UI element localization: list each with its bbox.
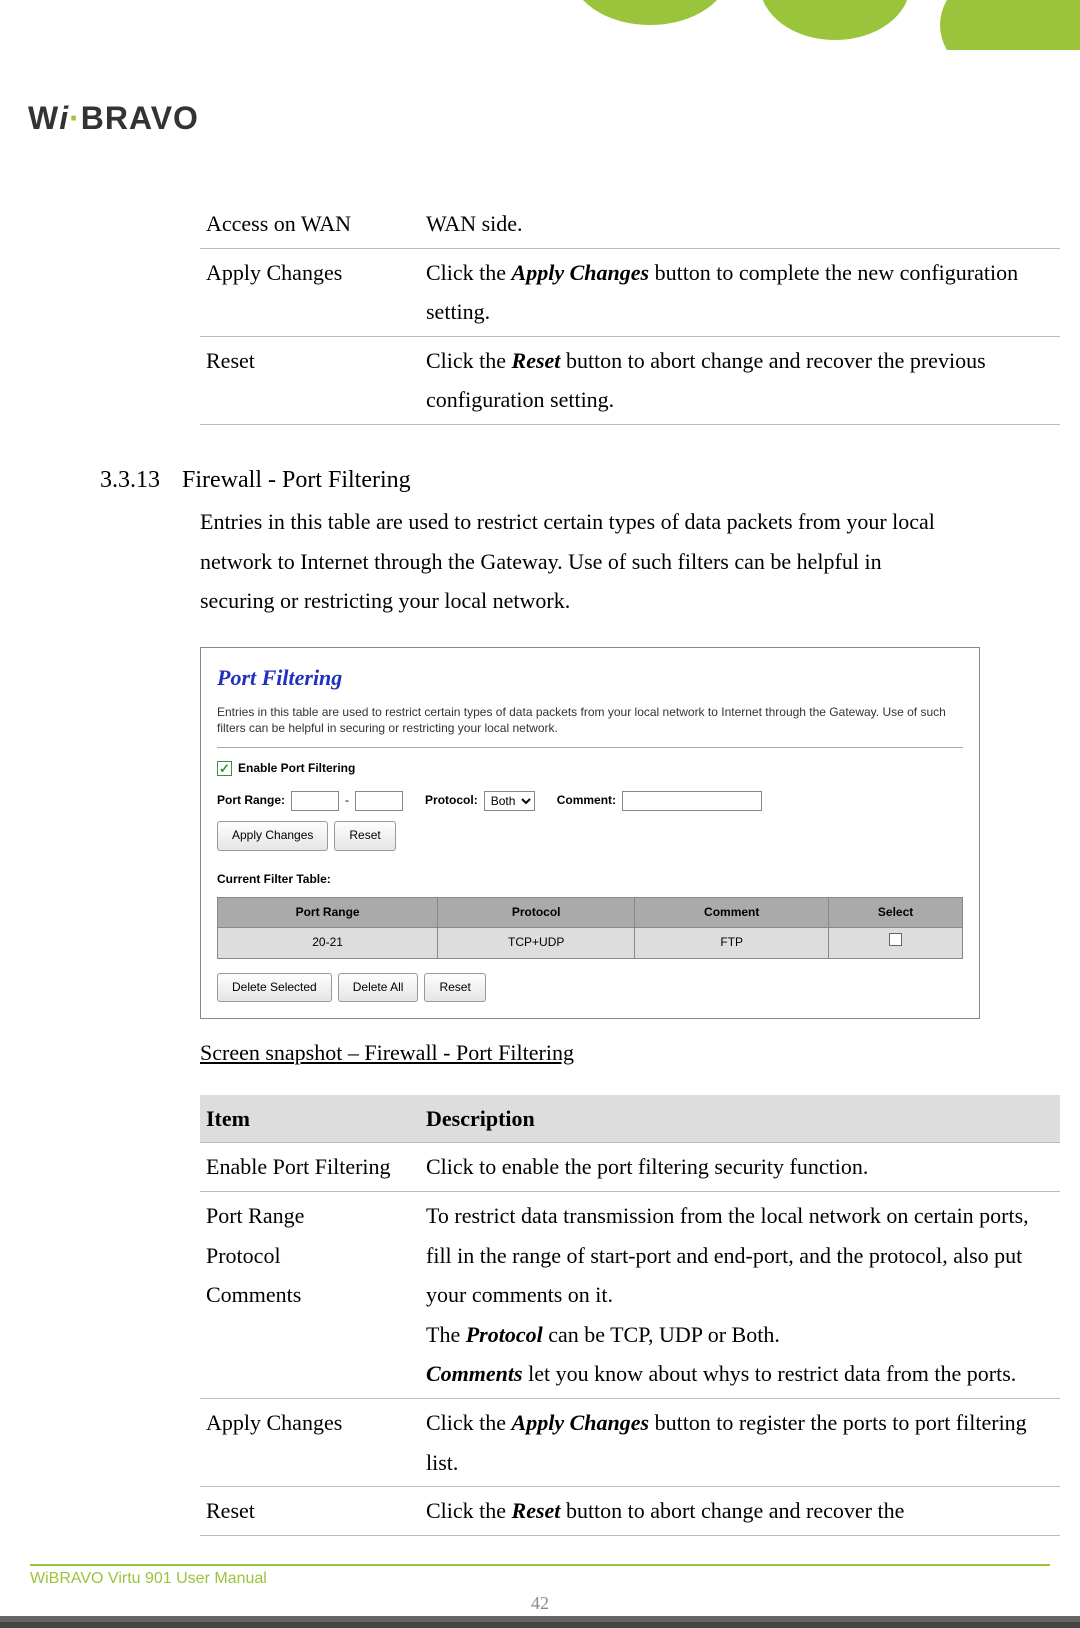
enable-label: Enable Port Filtering	[238, 758, 355, 780]
table-row: Enable Port Filtering Click to enable th…	[200, 1143, 1060, 1192]
logo-dot: ·	[69, 100, 81, 136]
logo-rest: BRAVO	[81, 100, 199, 136]
cell-item: Reset	[200, 336, 420, 424]
button-row-2: Delete Selected Delete All Reset	[217, 973, 963, 1003]
text: Click the	[426, 260, 512, 285]
cell-protocol: TCP+UDP	[438, 928, 635, 959]
cell-desc: To restrict data transmission from the l…	[420, 1192, 1060, 1399]
delete-all-button[interactable]: Delete All	[338, 973, 419, 1003]
table-row: Reset Click the Reset button to abort ch…	[200, 1487, 1060, 1536]
text: let you know about whys to restrict data…	[523, 1361, 1017, 1386]
cell-item: Enable Port Filtering	[200, 1143, 420, 1192]
brand-logo: Wi·BRAVO	[28, 100, 199, 137]
text: Click the	[426, 1410, 512, 1435]
row-select-checkbox[interactable]	[889, 933, 902, 946]
table-row: Reset Click the Reset button to abort ch…	[200, 336, 1060, 424]
delete-selected-button[interactable]: Delete Selected	[217, 973, 332, 1003]
decor-blob	[570, 0, 730, 25]
cell-item: Apply Changes	[200, 1399, 420, 1487]
cell-comment: FTP	[635, 928, 829, 959]
dash: -	[345, 790, 349, 812]
text: Port Range	[206, 1196, 414, 1236]
table-row: Apply Changes Click the Apply Changes bu…	[200, 1399, 1060, 1487]
divider	[217, 747, 963, 748]
comment-input[interactable]	[622, 791, 762, 811]
cell-desc: Click the Reset button to abort change a…	[420, 336, 1060, 424]
text-bold: Comments	[426, 1361, 523, 1386]
button-row: Apply Changes Reset	[217, 821, 963, 851]
shot-desc: Entries in this table are used to restri…	[217, 704, 963, 738]
table-row: 20-21 TCP+UDP FTP	[218, 928, 963, 959]
table-header-row: Port Range Protocol Comment Select	[218, 897, 963, 928]
protocol-select[interactable]: Both	[484, 791, 535, 811]
port-start-input[interactable]	[291, 791, 339, 811]
screenshot-caption: Screen snapshot – Firewall - Port Filter…	[200, 1033, 980, 1073]
text-bold: Apply Changes	[512, 1410, 650, 1435]
embedded-screenshot: Port Filtering Entries in this table are…	[200, 647, 980, 1019]
cell-desc: WAN side.	[420, 200, 1060, 248]
page-number: 42	[0, 1593, 1080, 1614]
text: button to abort change and recover the	[560, 1498, 904, 1523]
port-range-label: Port Range:	[217, 790, 285, 812]
cell-desc: Click the Reset button to abort change a…	[420, 1487, 1060, 1536]
header-item: Item	[200, 1095, 420, 1143]
text: The	[426, 1322, 466, 1347]
text: can be TCP, UDP or Both.	[543, 1322, 780, 1347]
cell-port-range: 20-21	[218, 928, 438, 959]
enable-row: ✓ Enable Port Filtering	[217, 758, 963, 780]
table-row: Access on WAN WAN side.	[200, 200, 1060, 248]
table-row: Apply Changes Click the Apply Changes bu…	[200, 248, 1060, 336]
port-end-input[interactable]	[355, 791, 403, 811]
cell-desc: Click the Apply Changes button to comple…	[420, 248, 1060, 336]
col-comment: Comment	[635, 897, 829, 928]
text-bold: Current Filter Table:	[217, 869, 331, 891]
cell-desc: Click the Apply Changes button to regist…	[420, 1399, 1060, 1487]
text: To restrict data transmission from the l…	[426, 1196, 1054, 1315]
cell-item: Access on WAN	[200, 200, 420, 248]
description-table: Item Description Enable Port Filtering C…	[200, 1095, 1060, 1536]
table-header-row: Item Description	[200, 1095, 1060, 1143]
cell-item: Reset	[200, 1487, 420, 1536]
reset-button[interactable]: Reset	[334, 821, 395, 851]
col-protocol: Protocol	[438, 897, 635, 928]
section-heading: 3.3.13 Firewall - Port Filtering	[100, 459, 980, 502]
cell-item: Port Range Protocol Comments	[200, 1192, 420, 1399]
section-body: Entries in this table are used to restri…	[200, 502, 960, 621]
text: Protocol	[206, 1236, 414, 1276]
current-filter-caption: Current Filter Table:	[217, 869, 963, 891]
logo-i: i	[59, 100, 69, 136]
cell-item: Apply Changes	[200, 248, 420, 336]
footer-bars	[0, 1616, 1080, 1628]
header-desc: Description	[420, 1095, 1060, 1143]
top-params-table: Access on WAN WAN side. Apply Changes Cl…	[200, 200, 1060, 425]
text: Comments	[206, 1275, 414, 1315]
header-decor	[0, 0, 1080, 50]
footer-title: WiBRAVO Virtu 901 User Manual	[30, 1564, 1050, 1588]
comment-label: Comment:	[557, 790, 616, 812]
logo-w: W	[28, 100, 59, 136]
port-row: Port Range: - Protocol: Both Comment:	[217, 790, 963, 812]
enable-port-filtering-checkbox[interactable]: ✓	[217, 761, 232, 776]
col-select: Select	[829, 897, 963, 928]
text: Click the	[426, 348, 512, 373]
decor-blob	[940, 0, 1080, 50]
bar	[0, 1622, 1080, 1628]
filter-table: Port Range Protocol Comment Select 20-21…	[217, 897, 963, 959]
section-number: 3.3.13	[100, 467, 160, 493]
col-port-range: Port Range	[218, 897, 438, 928]
text-bold: Protocol	[466, 1322, 543, 1347]
protocol-label: Protocol:	[425, 790, 478, 812]
cell-desc: Click to enable the port filtering secur…	[420, 1143, 1060, 1192]
section-title: Firewall - Port Filtering	[182, 467, 411, 493]
table-row: Port Range Protocol Comments To restrict…	[200, 1192, 1060, 1399]
decor-blob	[760, 0, 910, 40]
text: Click the	[426, 1498, 512, 1523]
cell-select	[829, 928, 963, 959]
apply-changes-button[interactable]: Apply Changes	[217, 821, 328, 851]
text-bold: Apply Changes	[512, 260, 650, 285]
text-bold: Reset	[512, 1498, 561, 1523]
text-bold: Reset	[512, 348, 561, 373]
reset-button-2[interactable]: Reset	[424, 973, 485, 1003]
shot-title: Port Filtering	[217, 658, 963, 698]
